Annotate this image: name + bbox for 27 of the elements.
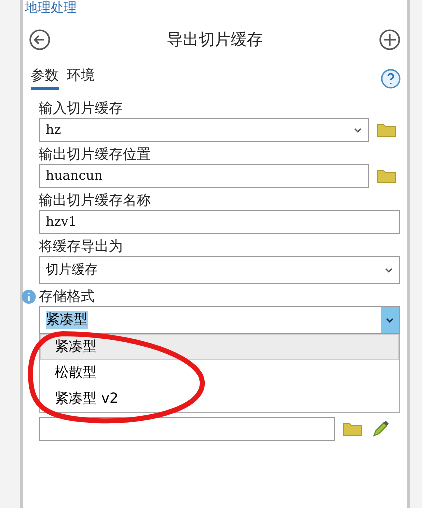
field-label: 输入切片缓存: [39, 100, 124, 118]
chevron-icon: [385, 268, 393, 272]
dropdown-button[interactable]: [381, 307, 399, 333]
help-icon[interactable]: [381, 68, 401, 88]
chevron-icon: [354, 128, 362, 132]
dropdown-field[interactable]: hz: [39, 118, 369, 142]
dropdown-field[interactable]: 紧凑型: [39, 306, 400, 334]
chevron-icon: [386, 318, 394, 322]
back-icon[interactable]: [29, 29, 51, 51]
pencil-icon[interactable]: [371, 419, 391, 439]
dropdown-option[interactable]: 紧凑型: [40, 334, 399, 360]
add-icon[interactable]: [379, 29, 401, 51]
folder-icon[interactable]: [377, 168, 397, 184]
tab[interactable]: 环境: [67, 67, 95, 90]
field-label: 将缓存导出为: [39, 238, 124, 256]
folder-icon[interactable]: [377, 122, 397, 138]
tool-title: 导出切片缓存: [167, 30, 263, 50]
field-label: 输出切片缓存位置: [39, 146, 152, 164]
field-label: 存储格式: [39, 288, 95, 306]
dropdown-field[interactable]: 切片缓存: [39, 256, 400, 284]
input-field[interactable]: huancun: [39, 164, 369, 188]
pane-title: 地理处理: [24, 0, 77, 17]
input-field[interactable]: [39, 417, 335, 441]
tab[interactable]: 参数: [31, 67, 59, 90]
input-field[interactable]: hzv1: [39, 210, 400, 234]
folder-icon[interactable]: [343, 421, 363, 437]
field-label: 输出切片缓存名称: [39, 192, 152, 210]
